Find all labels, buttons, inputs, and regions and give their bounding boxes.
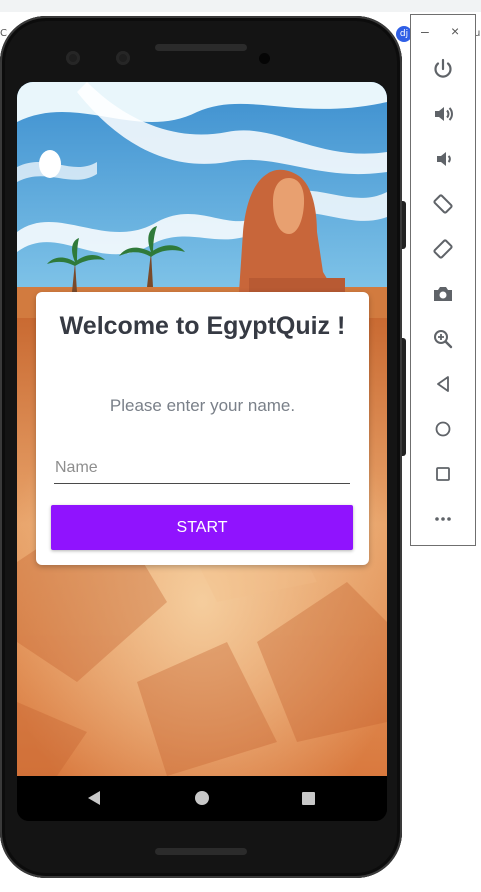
- recents-icon[interactable]: [302, 792, 315, 805]
- sensor-icon: [116, 51, 130, 65]
- volume-side-button[interactable]: [402, 338, 406, 456]
- volume-down-icon[interactable]: [429, 145, 457, 173]
- zoom-icon[interactable]: [429, 325, 457, 353]
- rotate-right-icon[interactable]: [429, 235, 457, 263]
- start-button[interactable]: START: [51, 505, 353, 550]
- welcome-card: Welcome to EgyptQuiz ! Please enter your…: [36, 292, 369, 565]
- minimize-button[interactable]: –: [421, 23, 429, 39]
- bottom-speaker: [155, 848, 247, 855]
- phone-frame: Welcome to EgyptQuiz ! Please enter your…: [0, 16, 406, 878]
- back-icon[interactable]: [429, 370, 457, 398]
- camera-icon[interactable]: [429, 280, 457, 308]
- welcome-title: Welcome to EgyptQuiz !: [59, 312, 346, 340]
- power-icon[interactable]: [429, 55, 457, 83]
- host-window-strip: [0, 0, 481, 12]
- name-input[interactable]: [54, 455, 350, 484]
- home-icon[interactable]: [429, 415, 457, 443]
- more-icon[interactable]: [429, 505, 457, 533]
- name-prompt: Please enter your name.: [109, 396, 296, 415]
- rotate-left-icon[interactable]: [429, 190, 457, 218]
- front-camera-icon: [259, 53, 270, 64]
- close-button[interactable]: ×: [451, 23, 459, 39]
- navigation-bar: [17, 776, 387, 821]
- home-icon[interactable]: [195, 791, 209, 805]
- volume-up-icon[interactable]: [429, 100, 457, 128]
- top-speaker: [155, 44, 247, 51]
- back-icon[interactable]: [88, 791, 100, 805]
- app-screen: Welcome to EgyptQuiz ! Please enter your…: [17, 82, 387, 821]
- sensor-icon: [66, 51, 80, 65]
- power-side-button[interactable]: [402, 201, 406, 249]
- overview-icon[interactable]: [429, 460, 457, 488]
- emulator-side-panel: – ×: [410, 14, 476, 546]
